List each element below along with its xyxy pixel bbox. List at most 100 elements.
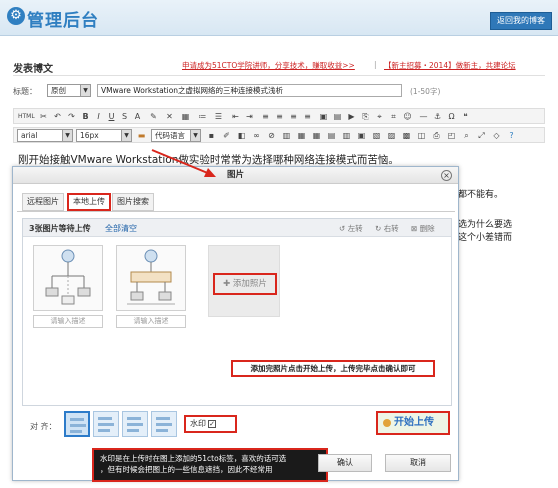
chevron-down-icon: ▼: [80, 85, 90, 96]
html-icon[interactable]: HTML: [18, 111, 35, 122]
attachment-icon[interactable]: ⎘: [360, 111, 371, 122]
eraser-icon[interactable]: ◧: [236, 130, 247, 141]
upload-queue-bar: 3张图片等待上传 全部清空 ↺ 左转 ↻ 右转 ⊠ 删除: [23, 219, 451, 237]
caption-input[interactable]: 请输入描述: [33, 315, 103, 328]
back-to-blog-button[interactable]: 返回我的博客: [490, 12, 552, 30]
italic-icon[interactable]: I: [93, 111, 104, 122]
quote-icon[interactable]: ❝: [460, 111, 471, 122]
tab-local-upload[interactable]: 本地上传: [67, 193, 111, 211]
calendar-icon[interactable]: ▦: [296, 130, 307, 141]
select-all-icon[interactable]: ◰: [446, 130, 457, 141]
align-none-option[interactable]: [64, 411, 90, 437]
redo-icon[interactable]: ↷: [66, 111, 77, 122]
code-language-select[interactable]: 代码语言 ▼: [151, 129, 201, 142]
table-icon[interactable]: ▦: [311, 130, 322, 141]
undo-icon[interactable]: ↶: [52, 111, 63, 122]
flash-icon[interactable]: ▤: [332, 111, 343, 122]
special-char-icon[interactable]: Ω: [446, 111, 457, 122]
rotate-left-icon: ↺: [339, 224, 346, 233]
unlink-icon[interactable]: ⊘: [266, 130, 277, 141]
delete-button[interactable]: ⊠ 删除: [411, 223, 435, 234]
code-icon[interactable]: ⌗: [388, 111, 399, 122]
rotate-right-button[interactable]: ↻ 右转: [375, 223, 399, 234]
preview-icon[interactable]: ◫: [416, 130, 427, 141]
font-size-select[interactable]: 16px ▼: [76, 129, 132, 142]
pending-count: 3张图片等待上传: [29, 224, 91, 233]
align-right-icon[interactable]: ≡: [288, 111, 299, 122]
rotate-left-button[interactable]: ↺ 左转: [339, 223, 363, 234]
align-justify-icon[interactable]: ≡: [302, 111, 313, 122]
delete-icon: ⊠: [411, 224, 418, 233]
link-separator: |: [374, 60, 377, 69]
title-input[interactable]: VMware Workstation之虚拟网络的三种连接模式浅析: [97, 84, 402, 97]
save-icon[interactable]: ▪: [206, 130, 217, 141]
highlight-icon[interactable]: ✎: [148, 111, 159, 122]
unordered-list-icon[interactable]: ☰: [213, 111, 224, 122]
align-right-option[interactable]: [151, 411, 177, 437]
cut-icon[interactable]: ✂: [38, 111, 49, 122]
checkbox-checked-icon[interactable]: ✓: [208, 419, 216, 428]
tab-remote-image[interactable]: 远程图片: [22, 193, 64, 211]
thumbnail-1[interactable]: [33, 245, 103, 311]
align-center-option[interactable]: [122, 411, 148, 437]
ordered-list-icon[interactable]: ≔: [197, 111, 208, 122]
promo-link-moderator[interactable]: 【新主招募・2014】做新主，共建论坛: [384, 60, 516, 71]
font-color-icon[interactable]: A: [132, 111, 143, 122]
watermark-toggle[interactable]: 水印 ✓: [184, 415, 237, 433]
outdent-icon[interactable]: ⇤: [230, 111, 241, 122]
title-char-hint: (1-50字): [410, 87, 441, 96]
emotion-icon[interactable]: ☺: [402, 111, 413, 122]
media-icon[interactable]: ▶: [346, 111, 357, 122]
thumbnail-2[interactable]: [116, 245, 186, 311]
rotate-right-label: 右转: [383, 224, 399, 233]
strikethrough-icon[interactable]: S: [119, 111, 130, 122]
column-icon[interactable]: ▥: [341, 130, 352, 141]
map-icon[interactable]: ⌖: [374, 111, 385, 122]
title-label: 标题：: [13, 87, 37, 96]
underline-icon[interactable]: U: [106, 111, 117, 122]
cancel-button[interactable]: 取消: [385, 454, 451, 472]
align-left-icon[interactable]: ≡: [260, 111, 271, 122]
clear-all-link[interactable]: 全部清空: [105, 223, 137, 234]
edit-icon[interactable]: ✐: [221, 130, 232, 141]
link-icon[interactable]: ∞: [251, 130, 262, 141]
upload-pane: 3张图片等待上传 全部清空 ↺ 左转 ↻ 右转 ⊠ 删除 请输入描述 请输入描述…: [22, 218, 452, 406]
tab-image-search[interactable]: 图片搜索: [112, 193, 154, 211]
print-icon[interactable]: ⎙: [431, 130, 442, 141]
align-center-icon[interactable]: ≡: [274, 111, 285, 122]
caption-input[interactable]: 请输入描述: [116, 315, 186, 328]
add-photo-button[interactable]: ✚ 添加照片: [213, 273, 277, 295]
fullscreen-icon[interactable]: ⤢: [476, 130, 487, 141]
indent-icon[interactable]: ⇥: [244, 111, 255, 122]
network-diagram-thumb: [45, 249, 91, 305]
anchor-icon[interactable]: ⚓: [432, 111, 443, 122]
template-icon[interactable]: ▥: [281, 130, 292, 141]
align-left-option[interactable]: [93, 411, 119, 437]
chevron-down-icon: ▼: [121, 130, 131, 141]
close-icon[interactable]: ×: [441, 170, 452, 181]
help-icon[interactable]: ?: [506, 130, 517, 141]
code-block-icon[interactable]: ▬: [136, 130, 147, 141]
post-type-select[interactable]: 原创 ▼: [47, 84, 91, 97]
insert-table-icon[interactable]: ▦: [180, 111, 191, 122]
app-title: 管理后台: [27, 11, 99, 31]
clear-format-icon[interactable]: ✕: [164, 111, 175, 122]
properties-icon[interactable]: ▩: [401, 130, 412, 141]
bold-icon[interactable]: B: [80, 111, 91, 122]
merge-icon[interactable]: ▣: [356, 130, 367, 141]
source-icon[interactable]: ◇: [491, 130, 502, 141]
split-icon[interactable]: ▧: [371, 130, 382, 141]
delete-table-icon[interactable]: ▨: [386, 130, 397, 141]
rotate-left-label: 左转: [347, 224, 363, 233]
font-family-value: arial: [21, 131, 38, 140]
image-icon[interactable]: ▣: [318, 111, 329, 122]
start-upload-button[interactable]: 开始上传: [376, 411, 450, 435]
watermark-callout: 水印是在上传时在图上添加的51cto标签，喜欢的话可选 ，但有时候会把图上的一些…: [92, 448, 328, 482]
search-icon[interactable]: ⌕: [461, 130, 472, 141]
horizontal-rule-icon[interactable]: —: [418, 111, 429, 122]
ok-button[interactable]: 确认: [318, 454, 372, 472]
promo-link-instructor[interactable]: 申请成为51CTO学院讲师，分享技术，赚取收益>>: [182, 60, 355, 71]
editor-fragment: 这个小差错而: [458, 233, 513, 243]
row-icon[interactable]: ▤: [326, 130, 337, 141]
font-family-select[interactable]: arial ▼: [17, 129, 73, 142]
